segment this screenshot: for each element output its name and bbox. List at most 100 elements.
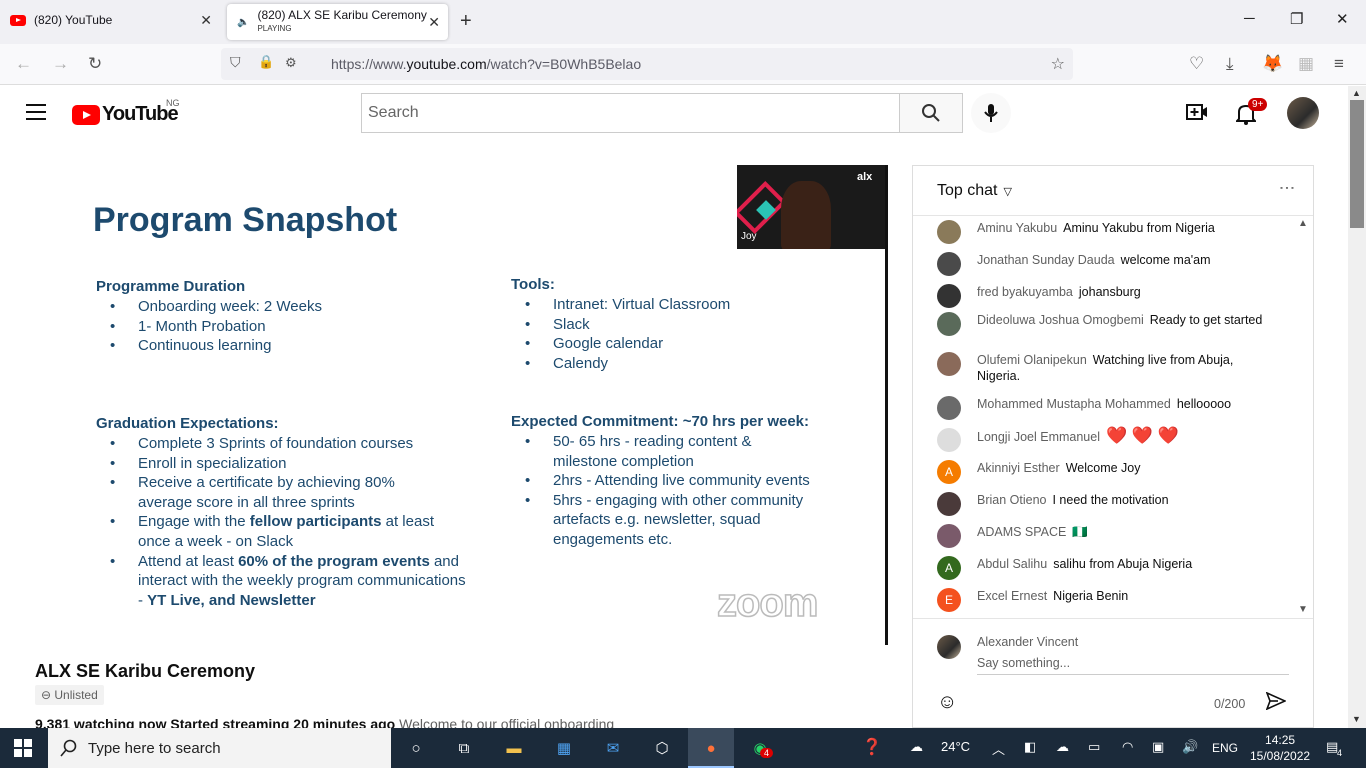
chat-avatar[interactable] bbox=[937, 220, 961, 244]
chat-author[interactable]: Olufemi Olanipekun bbox=[977, 353, 1087, 367]
chat-avatar[interactable] bbox=[937, 492, 961, 516]
clock[interactable]: 14:25 15/08/2022 bbox=[1250, 732, 1310, 764]
chat-message[interactable]: Aminu Yakubu Aminu Yakubu from Nigeria bbox=[937, 220, 1267, 244]
chat-message[interactable]: A Akinniyi Esther Welcome Joy bbox=[937, 460, 1267, 484]
video-player[interactable]: Program Snapshot Programme Duration Onbo… bbox=[35, 165, 888, 645]
send-icon[interactable] bbox=[1266, 692, 1286, 710]
weather-temp[interactable]: 24°C bbox=[941, 739, 970, 754]
chat-input[interactable]: Say something... bbox=[977, 656, 1289, 675]
battery-icon[interactable]: ▭ bbox=[1088, 739, 1100, 755]
chat-avatar[interactable] bbox=[937, 524, 961, 548]
tab-youtube[interactable]: (820) YouTube ✕ bbox=[0, 0, 220, 40]
wifi-icon[interactable]: ◠ bbox=[1122, 739, 1133, 755]
volume-icon[interactable]: 🔊 bbox=[1182, 739, 1198, 755]
chat-message[interactable]: A Abdul Salihu salihu from Abuja Nigeria bbox=[937, 556, 1267, 580]
meet-icon[interactable]: ◧ bbox=[1024, 739, 1036, 755]
cortana-icon[interactable]: ○ bbox=[404, 736, 428, 760]
search-input[interactable]: Search bbox=[361, 93, 900, 133]
firefox-taskbar-button[interactable]: ● bbox=[688, 728, 734, 768]
scroll-up-icon[interactable]: ▲ bbox=[1352, 88, 1361, 98]
chat-message[interactable]: ADAMS SPACE 🇳🇬 bbox=[937, 524, 1267, 548]
address-bar[interactable]: ⛉ 🔒 ⚙ https://www.youtube.com/watch?v=B0… bbox=[221, 48, 1073, 80]
task-view-icon[interactable]: ⧉ bbox=[452, 736, 476, 760]
chat-author[interactable]: Abdul Salihu bbox=[977, 557, 1047, 571]
extension-icon[interactable]: ▦ bbox=[1298, 54, 1314, 74]
tab-close-icon[interactable]: ✕ bbox=[200, 12, 212, 29]
metamask-icon[interactable]: 🦊 bbox=[1262, 54, 1283, 74]
menu-icon[interactable]: ≡ bbox=[1334, 54, 1344, 74]
account-avatar[interactable] bbox=[1287, 97, 1319, 129]
bookmark-star-icon[interactable]: ☆ bbox=[1051, 54, 1065, 74]
taskbar-search[interactable]: Type here to search bbox=[48, 728, 391, 768]
download-icon[interactable]: ⤓ bbox=[1226, 54, 1234, 74]
chat-avatar[interactable]: A bbox=[937, 556, 961, 580]
voice-search-button[interactable] bbox=[971, 93, 1011, 133]
chat-avatar[interactable] bbox=[937, 352, 961, 376]
search-button[interactable] bbox=[899, 93, 963, 133]
chat-message[interactable]: Jonathan Sunday Dauda welcome ma'am bbox=[937, 252, 1267, 276]
chat-avatar[interactable] bbox=[937, 284, 961, 308]
chat-author[interactable]: Akinniyi Esther bbox=[977, 461, 1060, 475]
scroll-up-icon[interactable]: ▲ bbox=[1298, 218, 1308, 229]
youtube-logo[interactable]: YouTube NG bbox=[72, 98, 180, 126]
tab-close-icon[interactable]: ✕ bbox=[428, 14, 440, 31]
reload-icon[interactable]: ↻ bbox=[88, 54, 102, 74]
speaker-camera-feed: alx Joy bbox=[737, 165, 888, 249]
url-text[interactable]: https://www.youtube.com/watch?v=B0WhB5Be… bbox=[331, 56, 641, 72]
app-icon[interactable]: ⬡ bbox=[650, 736, 674, 760]
chat-message[interactable]: Longji Joel Emmanuel ❤️ ❤️ ❤️ bbox=[937, 427, 1267, 452]
weather-cloud-icon[interactable]: ☁ bbox=[910, 739, 923, 755]
speaker-icon[interactable]: 🔈 bbox=[237, 17, 249, 28]
file-explorer-icon[interactable]: ▬ bbox=[502, 736, 526, 760]
scroll-down-icon[interactable]: ▼ bbox=[1352, 714, 1361, 724]
chat-author[interactable]: ADAMS SPACE bbox=[977, 525, 1066, 539]
shield-icon[interactable]: ⛉ bbox=[230, 54, 241, 71]
help-icon[interactable]: ❓ bbox=[862, 737, 882, 757]
onedrive-icon[interactable]: ☁ bbox=[1056, 739, 1069, 755]
chat-message[interactable]: Olufemi Olanipekun Watching live from Abu… bbox=[937, 352, 1267, 384]
back-icon[interactable]: ← bbox=[15, 54, 32, 74]
store-icon[interactable]: ▦ bbox=[552, 736, 576, 760]
chat-message[interactable]: fred byakuyamba johansburg bbox=[937, 284, 1267, 308]
chat-author[interactable]: Longji Joel Emmanuel bbox=[977, 430, 1100, 444]
restore-icon[interactable]: ❐ bbox=[1290, 10, 1303, 28]
more-options-icon[interactable]: ⋮ bbox=[1278, 180, 1295, 196]
chat-avatar[interactable] bbox=[937, 396, 961, 420]
chat-author[interactable]: fred byakuyamba bbox=[977, 285, 1073, 299]
emoji-icon[interactable]: ☺ bbox=[937, 691, 957, 714]
lock-icon[interactable]: 🔒 bbox=[258, 54, 274, 70]
new-tab-icon[interactable]: + bbox=[460, 10, 472, 33]
chat-avatar[interactable]: E bbox=[937, 588, 961, 612]
chat-message[interactable]: Brian Otieno I need the motivation bbox=[937, 492, 1267, 516]
permissions-icon[interactable]: ⚙ bbox=[285, 55, 297, 71]
chat-author[interactable]: Mohammed Mustapha Mohammed bbox=[977, 397, 1171, 411]
chat-avatar[interactable] bbox=[937, 312, 961, 336]
chat-author[interactable]: Brian Otieno bbox=[977, 493, 1046, 507]
chat-message[interactable]: Mohammed Mustapha Mohammed hellooooo bbox=[937, 396, 1267, 420]
chat-author[interactable]: Jonathan Sunday Dauda bbox=[977, 253, 1115, 267]
pocket-icon[interactable]: ♡ bbox=[1189, 54, 1204, 74]
page-scrollbar[interactable]: ▲ ▼ bbox=[1348, 86, 1366, 728]
language-indicator[interactable]: ENG bbox=[1212, 741, 1238, 755]
tray-expand-icon[interactable]: ︿ bbox=[992, 739, 1005, 758]
chat-avatar[interactable] bbox=[937, 428, 961, 452]
page-scrollbar-thumb[interactable] bbox=[1350, 100, 1364, 228]
scroll-down-icon[interactable]: ▼ bbox=[1298, 604, 1308, 615]
minimize-icon[interactable]: ─ bbox=[1244, 10, 1255, 27]
close-window-icon[interactable]: ✕ bbox=[1336, 10, 1349, 28]
chat-avatar[interactable]: A bbox=[937, 460, 961, 484]
chat-message[interactable]: Dideoluwa Joshua Omogbemi Ready to get st… bbox=[937, 312, 1267, 336]
guide-menu-icon[interactable] bbox=[26, 104, 46, 120]
chat-author[interactable]: Dideoluwa Joshua Omogbemi bbox=[977, 313, 1144, 327]
forward-icon[interactable]: → bbox=[52, 54, 69, 74]
display-icon[interactable]: ▣ bbox=[1152, 739, 1164, 755]
top-chat-dropdown[interactable]: Top chat ▽ bbox=[937, 182, 1012, 200]
chat-author[interactable]: Excel Ernest bbox=[977, 589, 1047, 603]
chat-author[interactable]: Aminu Yakubu bbox=[977, 221, 1057, 235]
chat-message[interactable]: E Excel Ernest Nigeria Benin bbox=[937, 588, 1267, 612]
mail-icon[interactable]: ✉ bbox=[601, 736, 625, 760]
windows-start-icon[interactable] bbox=[14, 739, 32, 757]
tab-alx-ceremony[interactable]: 🔈 (820) ALX SE Karibu Ceremony PLAYING ✕ bbox=[227, 4, 448, 40]
chat-avatar[interactable] bbox=[937, 252, 961, 276]
create-video-icon[interactable] bbox=[1186, 102, 1208, 122]
